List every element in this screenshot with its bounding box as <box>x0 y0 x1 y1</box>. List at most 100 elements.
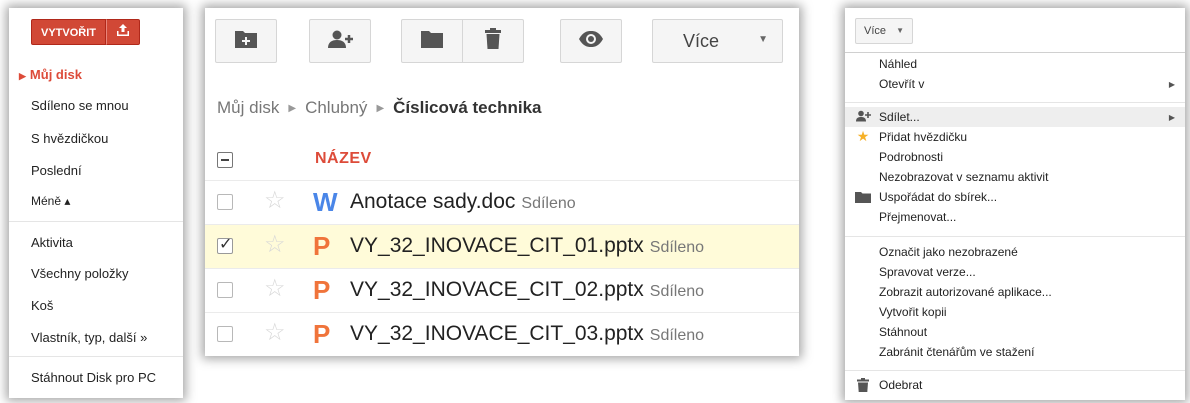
add-person-icon <box>326 29 354 54</box>
chevron-right-icon: ▶ <box>288 103 297 114</box>
trash-icon <box>484 27 502 55</box>
breadcrumb: Můj disk ▶ Chlubný ▶ Číslicová technika <box>217 98 541 118</box>
menu-item-details[interactable]: Podrobnosti <box>879 150 943 164</box>
new-folder-icon <box>234 29 258 54</box>
sidebar-item-less[interactable]: Méně ▴ <box>31 194 70 208</box>
more-actions-menu: Více ▼ Náhled Otevřít v ▶ Sdílet... ▶ ★ Př… <box>845 8 1185 400</box>
more-menu-button[interactable]: Více ▼ <box>855 18 913 44</box>
menu-divider <box>845 52 1185 53</box>
shared-badge: Sdíleno <box>649 239 705 256</box>
row-checkbox[interactable] <box>217 326 233 342</box>
file-row-selected[interactable]: ✓ ☆ P VY_32_INOVACE_CIT_01.pptx Sdíleno <box>205 224 799 269</box>
trash-icon <box>855 378 871 395</box>
file-name: VY_32_INOVACE_CIT_02.pptx Sdíleno <box>350 278 704 302</box>
file-name-text: VY_32_INOVACE_CIT_01.pptx <box>350 234 644 257</box>
breadcrumb-item[interactable]: Můj disk <box>217 98 279 117</box>
menu-item-share[interactable]: Sdílet... ▶ <box>879 110 1179 124</box>
more-button-label: Více <box>683 30 720 51</box>
submenu-arrow-icon: ▶ <box>1168 113 1175 122</box>
menu-item-label: Otevřít v <box>879 77 925 91</box>
row-checkbox[interactable] <box>217 194 233 210</box>
eye-icon <box>578 30 604 53</box>
sidebar-item-my-drive[interactable]: ▶ Můj disk <box>19 67 82 82</box>
menu-item-label: Sdílet... <box>879 110 920 124</box>
breadcrumb-item[interactable]: Chlubný <box>305 98 367 117</box>
menu-item-preview[interactable]: Náhled <box>879 57 917 71</box>
submenu-arrow-icon: ▶ <box>1168 80 1175 89</box>
new-folder-button[interactable] <box>215 19 277 63</box>
sidebar-item-shared-with-me[interactable]: Sdíleno se mnou <box>31 98 129 113</box>
menu-item-open-with[interactable]: Otevřít v ▶ <box>879 77 1179 91</box>
more-button[interactable]: Více ▼ <box>652 19 783 63</box>
shared-badge: Sdíleno <box>521 195 576 212</box>
star-icon[interactable]: ☆ <box>264 233 286 257</box>
sidebar-item-trash[interactable]: Koš <box>31 298 53 313</box>
file-row[interactable]: ☆ W Anotace sady.doc Sdíleno <box>205 180 799 225</box>
more-menu-button-label: Více <box>864 25 887 37</box>
file-name: VY_32_INOVACE_CIT_03.pptx Sdíleno <box>350 322 704 346</box>
word-doc-icon: W <box>313 187 338 217</box>
shared-badge: Sdíleno <box>649 327 705 344</box>
file-name: Anotace sady.doc Sdíleno <box>350 190 576 214</box>
sidebar-divider <box>9 356 183 357</box>
file-name-text: Anotace sady.doc <box>350 190 516 213</box>
row-checkbox[interactable] <box>217 282 233 298</box>
chevron-down-icon: ▼ <box>896 26 904 35</box>
menu-item-rename[interactable]: Přejmenovat... <box>879 210 956 224</box>
presentation-icon: P <box>313 319 331 349</box>
column-header-name[interactable]: NÁZEV <box>315 150 372 168</box>
file-name-text: VY_32_INOVACE_CIT_03.pptx <box>350 322 644 345</box>
file-list-header: NÁZEV <box>205 142 799 180</box>
download-drive-link[interactable]: Stáhnout Disk pro PC <box>31 370 156 385</box>
upload-icon <box>116 23 130 42</box>
menu-item-download[interactable]: Stáhnout <box>879 325 927 339</box>
chevron-down-icon: ▼ <box>758 34 768 45</box>
file-browser-panel: Více ▼ Můj disk ▶ Chlubný ▶ Číslicová techni… <box>205 8 799 356</box>
share-person-icon <box>855 110 871 125</box>
select-all-checkbox[interactable] <box>217 152 233 168</box>
check-icon: ✓ <box>219 236 233 253</box>
menu-divider <box>845 102 1185 103</box>
file-name-text: VY_32_INOVACE_CIT_02.pptx <box>350 278 644 301</box>
sidebar-item-all-items[interactable]: Všechny položky <box>31 266 129 281</box>
create-button-group: VYTVOŘIT <box>31 19 141 45</box>
move-to-folder-button[interactable] <box>401 19 463 63</box>
star-icon[interactable]: ☆ <box>264 321 286 345</box>
triangle-right-icon: ▶ <box>19 71 26 81</box>
menu-item-remove[interactable]: Odebrat <box>879 378 922 392</box>
share-button[interactable] <box>309 19 371 63</box>
file-row[interactable]: ☆ P VY_32_INOVACE_CIT_02.pptx Sdíleno <box>205 268 799 313</box>
menu-item-prevent-download[interactable]: Zabránit čtenářům ve stažení <box>879 345 1034 359</box>
star-icon[interactable]: ☆ <box>264 189 286 213</box>
sidebar-panel: VYTVOŘIT ▶ Můj disk Sdíleno se mnou S hvě… <box>9 8 183 398</box>
file-name: VY_32_INOVACE_CIT_01.pptx Sdíleno <box>350 234 704 258</box>
preview-button[interactable] <box>560 19 622 63</box>
menu-item-hide-from-activity[interactable]: Nezobrazovat v seznamu aktivit <box>879 170 1048 184</box>
menu-item-mark-unviewed[interactable]: Označit jako nezobrazené <box>879 245 1018 259</box>
menu-item-manage-versions[interactable]: Spravovat verze... <box>879 265 976 279</box>
sidebar-item-label: Můj disk <box>29 67 82 82</box>
file-row[interactable]: ☆ P VY_32_INOVACE_CIT_03.pptx Sdíleno <box>205 312 799 357</box>
minus-icon <box>221 159 229 161</box>
chevron-right-icon: ▶ <box>376 103 385 114</box>
sidebar-item-starred[interactable]: S hvězdičkou <box>31 131 108 146</box>
menu-item-authorized-apps[interactable]: Zobrazit autorizované aplikace... <box>879 285 1052 299</box>
folder-icon <box>420 29 444 54</box>
sidebar-item-recent[interactable]: Poslední <box>31 163 82 178</box>
menu-divider <box>845 236 1185 237</box>
star-icon: ★ <box>856 128 870 144</box>
shared-badge: Sdíleno <box>649 283 705 300</box>
create-button[interactable]: VYTVOŘIT <box>31 19 107 45</box>
menu-item-make-copy[interactable]: Vytvořit kopii <box>879 305 947 319</box>
presentation-icon: P <box>313 231 331 261</box>
sidebar-item-activity[interactable]: Aktivita <box>31 235 73 250</box>
upload-button[interactable] <box>106 19 141 45</box>
row-checkbox-checked[interactable]: ✓ <box>217 236 233 254</box>
folder-icon <box>855 191 871 206</box>
delete-button[interactable] <box>462 19 524 63</box>
menu-item-organize[interactable]: Uspořádat do sbírek... <box>879 190 997 204</box>
star-icon[interactable]: ☆ <box>264 277 286 301</box>
sidebar-item-owner-type-more[interactable]: Vlastník, typ, další » <box>31 330 147 345</box>
menu-item-add-star[interactable]: Přidat hvězdičku <box>879 130 967 144</box>
breadcrumb-current: Číslicová technika <box>393 98 542 117</box>
